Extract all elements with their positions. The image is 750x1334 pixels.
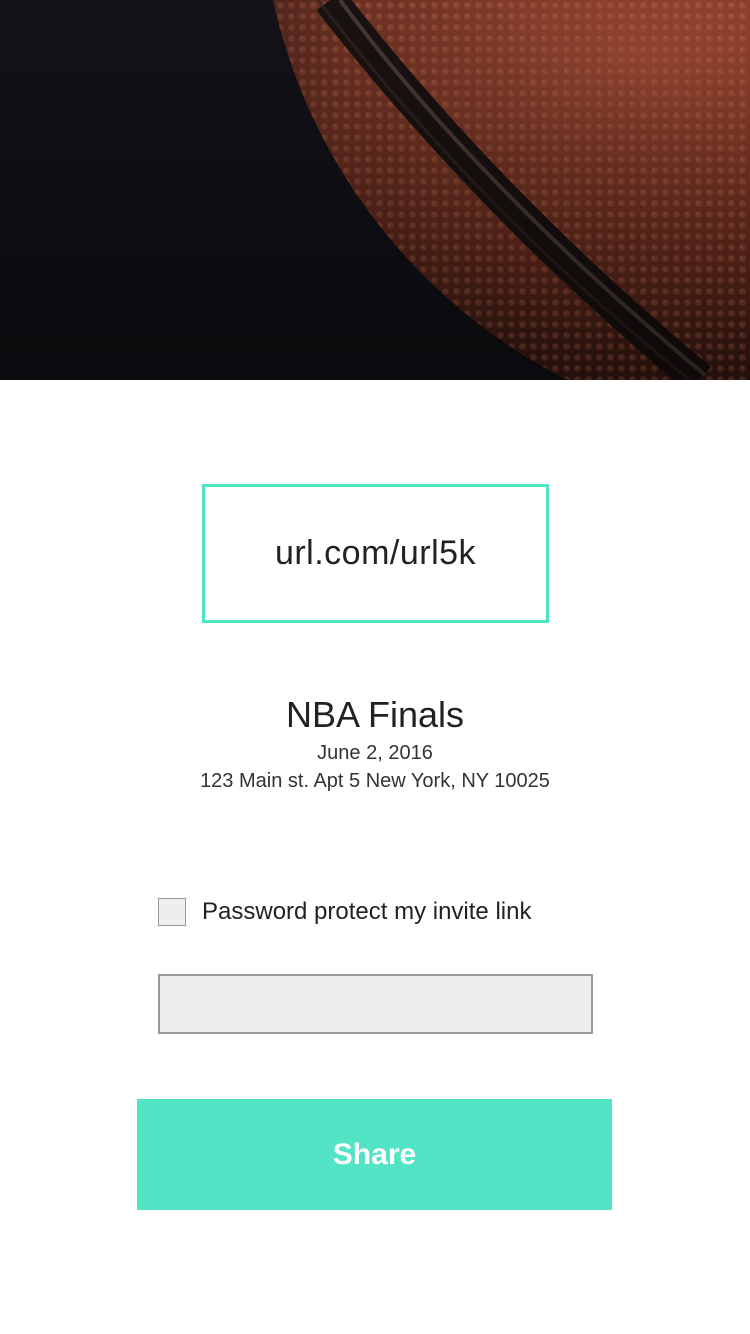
event-address: 123 Main st. Apt 5 New York, NY 10025	[200, 770, 550, 792]
event-title: NBA Finals	[285, 694, 465, 735]
hero-image	[0, 0, 750, 380]
password-protect-checkbox[interactable]	[158, 898, 186, 926]
share-button-label: Share	[332, 1137, 417, 1171]
invite-url-box[interactable]: url.com/url5k	[202, 484, 549, 623]
share-invite-screen: url.com/url5k NBA Finals June 2, 2016 12…	[0, 0, 750, 1334]
password-protect-label: Password protect my invite link	[202, 898, 532, 925]
password-input[interactable]	[158, 974, 593, 1034]
invite-url-text: url.com/url5k	[274, 534, 477, 572]
basketball-image	[0, 0, 750, 380]
share-button[interactable]: Share	[137, 1099, 612, 1210]
password-protect-row[interactable]: Password protect my invite link	[158, 896, 531, 928]
event-date: June 2, 2016	[317, 742, 433, 764]
